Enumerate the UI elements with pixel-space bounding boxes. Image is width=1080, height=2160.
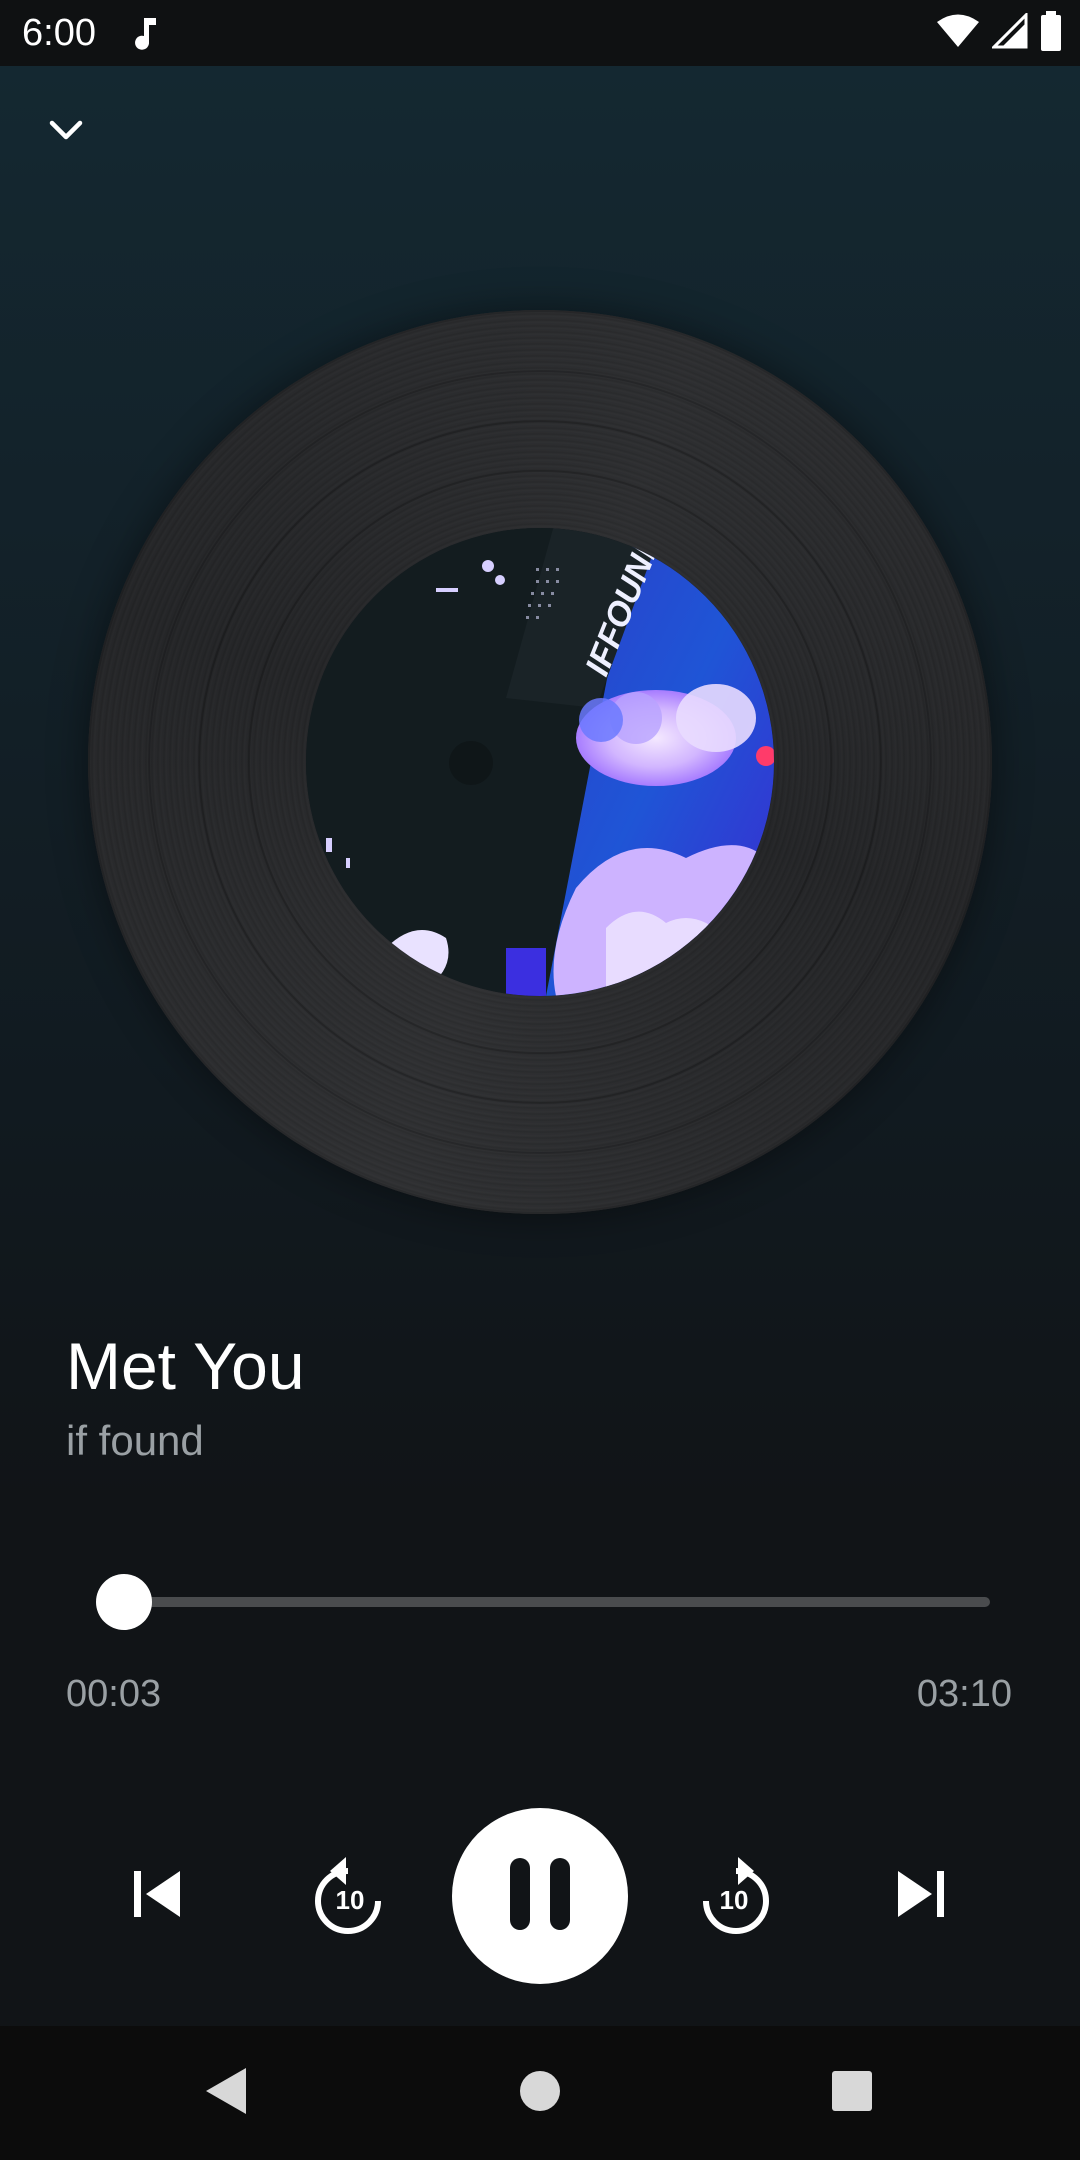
music-note-icon: [130, 14, 164, 54]
system-nav-bar: [0, 2026, 1080, 2160]
status-bar: 6:00: [0, 0, 1080, 66]
rewind-seconds: 10: [335, 1885, 365, 1915]
collapse-button[interactable]: [34, 100, 98, 164]
next-button[interactable]: [880, 1856, 960, 1936]
seek-thumb[interactable]: [96, 1574, 153, 1630]
track-title: Met You: [66, 1329, 305, 1403]
seek-track: [110, 1597, 990, 1607]
forward-seconds: 10: [719, 1885, 749, 1915]
forward-button[interactable]: 10: [684, 1846, 784, 1946]
rewind-button[interactable]: 10: [300, 1846, 400, 1946]
back-triangle-icon: [204, 2066, 248, 2121]
track-artist: if found: [66, 1417, 204, 1464]
back-button[interactable]: [186, 2053, 266, 2133]
cell-signal-icon: [990, 10, 1028, 54]
home-circle-icon: [518, 2069, 562, 2118]
chevron-down-icon: [48, 118, 84, 147]
seek-bar[interactable]: [82, 1572, 994, 1632]
replay-10-icon: 10: [312, 1855, 388, 1937]
elapsed-time: 00:03: [66, 1673, 162, 1715]
status-icons: [936, 10, 1062, 56]
now-playing-screen: 6:00 IFFOUND Met You if found 00:03 03:1…: [0, 0, 1080, 2160]
status-time: 6:00: [22, 12, 96, 54]
previous-button[interactable]: [118, 1856, 198, 1936]
forward-10-icon: 10: [696, 1855, 772, 1937]
battery-icon: [1040, 10, 1062, 56]
album-art: IFFOUND: [306, 528, 774, 996]
vinyl-record: IFFOUND: [88, 310, 992, 1214]
pause-icon: [508, 1856, 572, 1937]
skip-previous-icon: [130, 1869, 186, 1924]
recents-button[interactable]: [812, 2053, 892, 2133]
recents-square-icon: [830, 2069, 874, 2118]
home-button[interactable]: [500, 2053, 580, 2133]
total-time: 03:10: [916, 1673, 1012, 1715]
wifi-icon: [936, 13, 980, 54]
pause-button[interactable]: [452, 1808, 628, 1984]
skip-next-icon: [892, 1869, 948, 1924]
